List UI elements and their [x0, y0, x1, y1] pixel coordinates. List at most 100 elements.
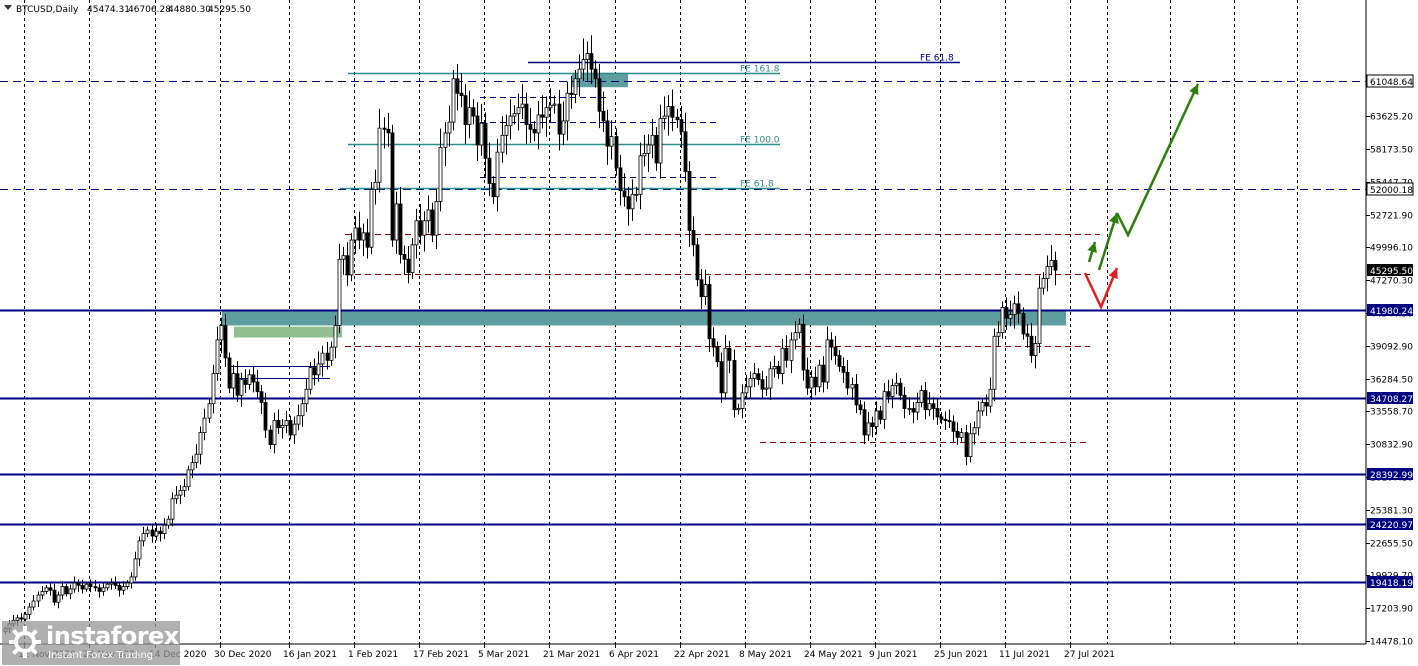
candle-body	[504, 125, 509, 136]
candle-body	[601, 110, 606, 122]
candle-body	[902, 394, 907, 409]
candle-body	[817, 364, 822, 388]
high-value: 46706.28	[128, 5, 171, 15]
candle-body	[483, 122, 488, 159]
candle-body	[162, 524, 167, 535]
candle-body	[890, 385, 895, 397]
candle-body	[609, 136, 614, 147]
candle-body	[377, 127, 382, 183]
candle-body	[801, 323, 806, 371]
price-badge-label: 24220.97	[1370, 521, 1413, 531]
price-chart[interactable]: FE 161.8FE 100.0FE 61.8FE 61.8FE 100.0 6…	[0, 0, 1418, 666]
candle-body	[1041, 278, 1046, 289]
candle-body	[597, 78, 602, 112]
time-label: 16 Jan 2021	[283, 650, 337, 660]
light-zone	[234, 326, 342, 338]
candle-body	[382, 127, 387, 130]
candle-body	[972, 427, 977, 435]
candle-body	[337, 258, 342, 326]
candle-body	[158, 530, 163, 535]
candle-body	[15, 617, 20, 621]
candle-body	[552, 103, 557, 106]
candle-body	[1037, 287, 1042, 344]
candle-body	[471, 107, 476, 117]
candle-body	[117, 584, 122, 591]
candle-body	[80, 584, 85, 590]
price-tick-label: 25381.30	[1370, 507, 1413, 517]
candle-body	[524, 103, 529, 125]
candle-body	[406, 258, 411, 273]
candle-body	[756, 373, 761, 381]
candle-body	[727, 347, 732, 361]
candle-body	[760, 379, 765, 390]
candle-body	[605, 120, 610, 147]
symbol-label: BTCUSD,Daily	[16, 5, 79, 15]
candle-body	[931, 403, 936, 409]
candle-body	[487, 157, 492, 184]
candle-body	[150, 529, 155, 537]
candle-body	[943, 418, 948, 421]
candle-body	[557, 103, 562, 135]
candle-body	[719, 361, 724, 394]
candle-body	[561, 120, 566, 135]
support-zone	[222, 309, 1066, 326]
candle-body	[862, 409, 867, 436]
candle-body	[850, 384, 855, 389]
candle-body	[369, 189, 374, 248]
candle-body	[243, 379, 248, 385]
candle-body	[854, 384, 859, 406]
candle-body	[308, 367, 313, 390]
candle-body	[268, 429, 273, 445]
fibo-label: FE 161.8	[740, 65, 780, 75]
candle-body	[280, 424, 285, 429]
candle-body	[520, 103, 525, 109]
candle-body	[125, 582, 130, 587]
candle-body	[36, 594, 41, 602]
candle-body	[1029, 335, 1034, 356]
candle-body	[837, 355, 842, 367]
candle-body	[691, 230, 696, 246]
candle-body	[577, 68, 582, 80]
candle-body	[288, 420, 293, 436]
price-badge: 24220.97	[1367, 518, 1413, 531]
candle-body	[365, 232, 370, 248]
candle-body	[56, 594, 61, 603]
candle-body	[353, 227, 358, 241]
candle-body	[789, 339, 794, 361]
candle-body	[418, 220, 423, 236]
candle-body	[27, 606, 32, 615]
candle-body	[1021, 313, 1026, 335]
candle-body	[1045, 266, 1050, 279]
candle-body	[97, 587, 102, 592]
candle-body	[984, 402, 989, 407]
candle-body	[72, 582, 77, 590]
instaforex-watermark: instaforex Instant Forex Trading	[2, 621, 180, 665]
candle-body	[736, 408, 741, 411]
candle-body	[284, 420, 289, 426]
candle-body	[304, 388, 309, 405]
candle-body	[178, 489, 183, 496]
candle-body	[646, 144, 651, 154]
candle-body	[793, 332, 798, 341]
candle-body	[744, 386, 749, 394]
instaforex-logo-icon	[9, 626, 41, 658]
candle-body	[715, 346, 720, 362]
candle-body	[866, 422, 871, 436]
price-tick-label: 33558.70	[1370, 408, 1413, 418]
candle-body	[947, 420, 952, 423]
candle-body	[833, 346, 838, 356]
candle-body	[223, 325, 228, 359]
price-tick-label: 30832.90	[1370, 441, 1413, 451]
price-tick-label: 52721.90	[1370, 212, 1413, 222]
fibo-label: FE 61.8	[740, 180, 774, 190]
time-label: 11 Jul 2021	[999, 650, 1050, 660]
candle-body	[959, 432, 964, 438]
candle-body	[858, 404, 863, 411]
candle-body	[614, 136, 619, 169]
candle-body	[752, 373, 757, 379]
candle-body	[711, 338, 716, 348]
candle-body	[642, 152, 647, 157]
candle-body	[219, 325, 224, 341]
candle-body	[272, 420, 277, 445]
candle-body	[141, 533, 146, 542]
